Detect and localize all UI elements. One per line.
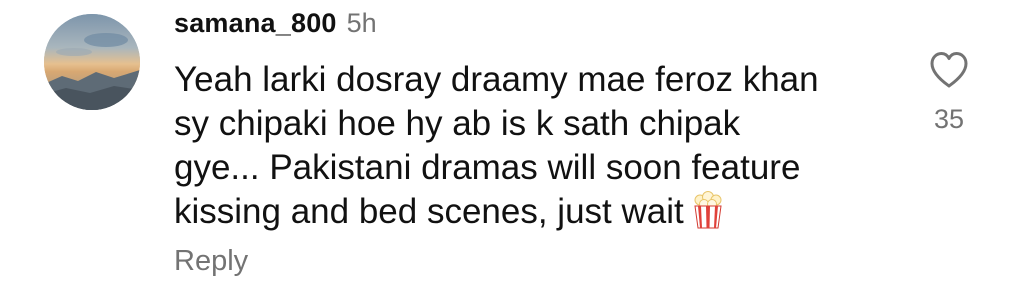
popcorn-icon (692, 191, 724, 240)
avatar[interactable] (44, 14, 140, 110)
comment-text-line: Yeah larki dosray draamy mae feroz khan (174, 60, 819, 99)
comment-text-line: sy chipaki hoe hy ab is k sath chipak (174, 104, 741, 143)
comment-text-line: kissing and bed scenes, just wait (174, 192, 684, 231)
like-button[interactable] (928, 50, 970, 90)
username[interactable]: samana_800 (174, 8, 337, 39)
timestamp: 5h (346, 8, 377, 38)
comment: samana_800 5h Yeah larki dosray draamy m… (0, 0, 1024, 302)
reply-button[interactable]: Reply (174, 245, 248, 278)
comment-text-line: gye... Pakistani dramas will soon featur… (174, 148, 801, 187)
comment-header: samana_800 5h (174, 8, 377, 44)
heart-outline-icon (930, 52, 968, 88)
like-count: 35 (933, 104, 965, 134)
comment-text-line-last: kissing and bed scenes, just wait (174, 190, 894, 240)
comment-text: Yeah larki dosray draamy mae feroz khan … (174, 58, 894, 240)
avatar-image (44, 14, 140, 110)
